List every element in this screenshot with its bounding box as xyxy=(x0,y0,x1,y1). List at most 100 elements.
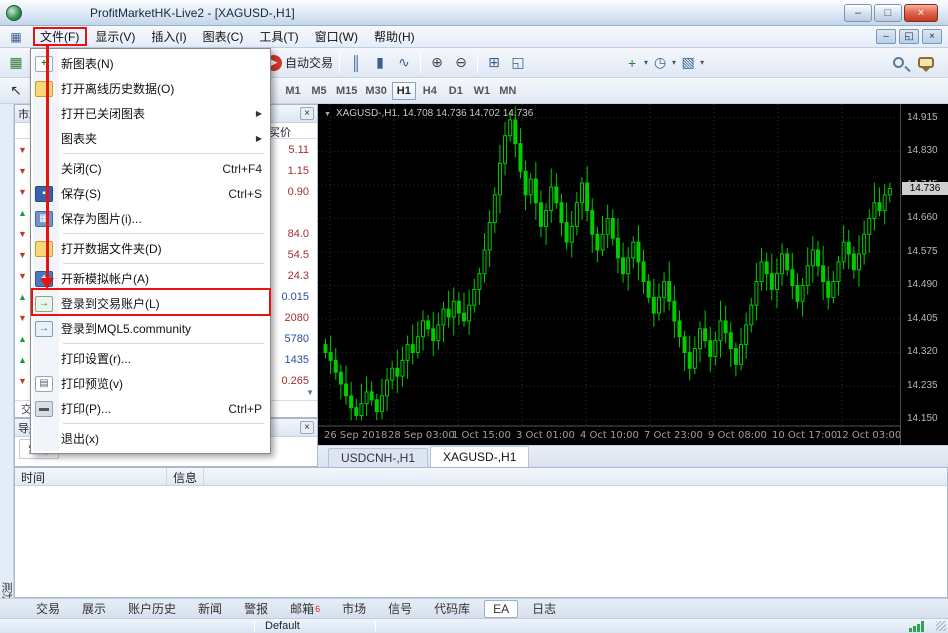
file-menu-item-9[interactable]: 打开数据文件夹(D) xyxy=(31,236,270,261)
menu-item-5[interactable]: 窗口(W) xyxy=(307,26,366,47)
timeframe-m30[interactable]: M30 xyxy=(362,82,389,100)
menu-item-1[interactable]: 显示(V) xyxy=(87,26,143,47)
bid-price: 5780 xyxy=(285,333,309,345)
file-menu-item-0[interactable]: +新图表(N) xyxy=(31,51,270,76)
auto-trading-button[interactable]: ▶自动交易 xyxy=(264,51,335,75)
file-menu-item-15[interactable]: 打印设置(r)... xyxy=(31,346,270,371)
chart-tab-1[interactable]: XAGUSD-,H1 xyxy=(430,446,529,467)
cascade-windows-button[interactable]: ◱ xyxy=(506,51,530,75)
indicators-button[interactable]: +▾ xyxy=(622,51,650,75)
terminal-tab-代码库[interactable]: 代码库 xyxy=(426,599,478,618)
menu-item-0[interactable]: 文件(F) xyxy=(32,26,87,47)
price-axis[interactable]: 14.91514.83014.74514.66014.57514.49014.4… xyxy=(900,104,948,445)
templates-button[interactable]: ▧▾ xyxy=(678,51,706,75)
timeframe-m15[interactable]: M15 xyxy=(333,82,360,100)
file-menu-item-11[interactable]: + 开新模拟帐户(A) xyxy=(31,266,270,291)
terminal-tab-账户历史[interactable]: 账户历史 xyxy=(120,599,184,618)
new-chart-button[interactable]: ▦ xyxy=(4,51,28,75)
price-chart[interactable]: 26 Sep 201828 Sep 03:001 Oct 15:003 Oct … xyxy=(318,104,900,445)
file-menu-item-19[interactable]: 退出(x) xyxy=(31,426,270,451)
no-icon xyxy=(35,431,53,447)
svg-text:7 Oct 23:00: 7 Oct 23:00 xyxy=(644,430,703,441)
menu-item-label: 登录到MQL5.community xyxy=(61,320,191,337)
bar-chart-icon: ║ xyxy=(348,55,364,71)
periods-button[interactable]: ◷▾ xyxy=(650,51,678,75)
timeframe-m1[interactable]: M1 xyxy=(281,82,305,100)
one-click-trading-icon[interactable] xyxy=(324,108,331,119)
dropdown-caret-icon: ▾ xyxy=(672,58,676,67)
current-price-marker: 14.736 xyxy=(902,182,948,195)
terminal-column-1: 信息 xyxy=(167,468,204,485)
line-chart-button[interactable]: ∿ xyxy=(392,51,416,75)
bid-price: 0.265 xyxy=(281,375,309,387)
menu-item-label: 保存为图片(i)... xyxy=(61,210,142,227)
mdi-restore-button[interactable]: ◱ xyxy=(899,29,919,44)
timeframe-h1[interactable]: H1 xyxy=(392,82,416,100)
menu-item-label: 新图表(N) xyxy=(61,55,114,72)
timeframe-mn[interactable]: MN xyxy=(496,82,520,100)
tab-label: 邮箱 xyxy=(290,600,314,617)
minimize-button[interactable]: – xyxy=(844,4,872,22)
caption-buttons: –□× xyxy=(844,4,938,22)
chat-icon[interactable] xyxy=(918,57,934,68)
terminal-tab-交易[interactable]: 交易 xyxy=(28,599,68,618)
menu-item-3[interactable]: 图表(C) xyxy=(195,26,252,47)
close-icon[interactable] xyxy=(300,107,314,120)
close-icon[interactable] xyxy=(300,421,314,434)
mdi-minimize-button[interactable]: – xyxy=(876,29,896,44)
timeframe-w1[interactable]: W1 xyxy=(470,82,494,100)
file-menu-item-13[interactable]: →登录到MQL5.community xyxy=(31,316,270,341)
file-menu-item-3[interactable]: 图表夹▶ xyxy=(31,126,270,151)
terminal-tab-邮箱[interactable]: 邮箱6 xyxy=(282,599,328,618)
timeframe-m5[interactable]: M5 xyxy=(307,82,331,100)
terminal-tab-信号[interactable]: 信号 xyxy=(380,599,420,618)
price-axis-label: 14.235 xyxy=(907,380,938,391)
zoom-out-button[interactable]: ⊖ xyxy=(449,51,473,75)
svg-text:26 Sep 2018: 26 Sep 2018 xyxy=(324,430,387,441)
menu-item-label: 开新模拟帐户(A) xyxy=(61,270,149,287)
chart-window-icon: ▦ xyxy=(8,30,24,44)
title-bar: ProfitMarketHK-Live2 - [XAGUSD-,H1] –□× xyxy=(0,0,948,26)
terminal-tab-展示[interactable]: 展示 xyxy=(74,599,114,618)
menu-item-2[interactable]: 插入(I) xyxy=(143,26,194,47)
file-menu-item-5[interactable]: 关闭(C)Ctrl+F4 xyxy=(31,156,270,181)
file-menu-item-16[interactable]: ▤打印预览(v) xyxy=(31,371,270,396)
file-menu-item-12[interactable]: →登录到交易账户(L) xyxy=(31,291,270,316)
menu-separator xyxy=(63,343,264,344)
mdi-close-button[interactable]: × xyxy=(922,29,942,44)
chart-tab-0[interactable]: USDCNH-,H1 xyxy=(328,448,428,467)
file-menu-item-2[interactable]: 打开已关闭图表▶ xyxy=(31,101,270,126)
terminal-tab-日志[interactable]: 日志 xyxy=(524,599,564,618)
terminal-tab-新闻[interactable]: 新闻 xyxy=(190,599,230,618)
price-axis-label: 14.575 xyxy=(907,246,938,257)
terminal-tab-警报[interactable]: 警报 xyxy=(236,599,276,618)
file-menu-item-7[interactable]: ▦ 保存为图片(i)... xyxy=(31,206,270,231)
cursor-button[interactable]: ↖ xyxy=(4,79,28,103)
file-menu-item-1[interactable]: 打开离线历史数据(O) xyxy=(31,76,270,101)
bar-chart-button[interactable]: ║ xyxy=(344,51,368,75)
menu-item-label: 打印(P)... xyxy=(61,400,111,417)
timeframe-d1[interactable]: D1 xyxy=(444,82,468,100)
maximize-button[interactable]: □ xyxy=(874,4,902,22)
menu-item-6[interactable]: 帮助(H) xyxy=(366,26,423,47)
search-icon[interactable] xyxy=(893,57,904,68)
terminal-tab-EA[interactable]: EA xyxy=(484,600,518,618)
tab-label: 日志 xyxy=(532,600,556,617)
menu-item-4[interactable]: 工具(T) xyxy=(251,26,306,47)
save-picture-icon: ▦ xyxy=(35,211,53,227)
zoom-in-button[interactable]: ⊕ xyxy=(425,51,449,75)
terminal-tab-市场[interactable]: 市场 xyxy=(334,599,374,618)
account-new-icon: + xyxy=(35,271,53,287)
candle-chart-button[interactable]: ▮ xyxy=(368,51,392,75)
menu-item-label: 保存(S) xyxy=(61,185,101,202)
tab-label: 信号 xyxy=(388,600,412,617)
menu-item-label: 打印预览(v) xyxy=(61,375,123,392)
scroll-down-icon[interactable]: ▼ xyxy=(306,388,314,397)
menu-item-label: 关闭(C) xyxy=(61,160,102,177)
file-menu-item-6[interactable]: ▪保存(S)Ctrl+S xyxy=(31,181,270,206)
tile-windows-button[interactable]: ⊞ xyxy=(482,51,506,75)
close-button[interactable]: × xyxy=(904,4,938,22)
resize-grip xyxy=(936,621,946,631)
file-menu-item-17[interactable]: ▬打印(P)...Ctrl+P xyxy=(31,396,270,421)
timeframe-h4[interactable]: H4 xyxy=(418,82,442,100)
